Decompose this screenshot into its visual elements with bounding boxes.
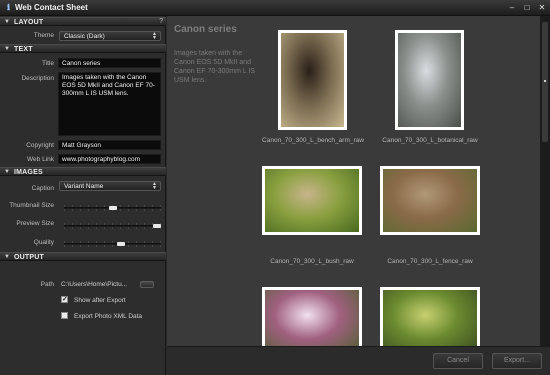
photo-image bbox=[265, 290, 359, 346]
minimize-button[interactable]: – bbox=[505, 2, 519, 13]
output-section-header[interactable]: ▼ OUTPUT bbox=[0, 252, 166, 261]
thumbnail-size-slider[interactable] bbox=[64, 205, 161, 211]
export-button[interactable]: Export... bbox=[492, 353, 542, 369]
updown-icon: ▲ ▼ bbox=[152, 181, 157, 191]
contact-sheet-preview: Canon series Images taken with the Canon… bbox=[167, 16, 540, 346]
description-label: Description bbox=[21, 75, 54, 82]
weblink-label: Web Link bbox=[27, 156, 54, 163]
dialog-footer: Cancel Export... bbox=[167, 346, 550, 375]
caption-label: Caption bbox=[31, 185, 54, 192]
export-xml-label: Export Photo XML Data bbox=[74, 313, 143, 320]
weblink-field[interactable]: www.photographyblog.com bbox=[58, 154, 161, 164]
show-after-export-checkbox[interactable] bbox=[61, 295, 68, 303]
collapse-arrow-icon: ▼ bbox=[4, 46, 10, 52]
cancel-button[interactable]: Cancel bbox=[433, 353, 483, 369]
thumbnail-size-label: Thumbnail Size bbox=[9, 202, 54, 209]
copyright-label: Copyright bbox=[26, 142, 54, 149]
collapse-arrow-icon: ▼ bbox=[4, 254, 10, 260]
photo-image bbox=[383, 169, 477, 232]
photo-thumbnail[interactable] bbox=[395, 30, 464, 130]
slider-track bbox=[64, 243, 161, 245]
title-label: Title bbox=[41, 60, 54, 67]
photo-caption: Canon_70_300_L_botanical_raw bbox=[382, 137, 478, 144]
preview-scrollbar[interactable] bbox=[540, 16, 550, 346]
slider-track bbox=[64, 225, 161, 227]
path-label: Path bbox=[40, 281, 54, 288]
section-label: TEXT bbox=[14, 46, 33, 53]
photo-image bbox=[383, 290, 477, 346]
path-value: C:\Users\Home\Pictu... bbox=[61, 281, 128, 288]
close-button[interactable]: ✕ bbox=[535, 2, 549, 13]
layout-section-header[interactable]: ▼ LAYOUT ? bbox=[0, 17, 166, 26]
title-field[interactable]: Canon series bbox=[58, 58, 161, 68]
photo-image bbox=[281, 33, 344, 127]
theme-label: Theme bbox=[33, 32, 54, 39]
export-xml-checkbox[interactable] bbox=[61, 312, 68, 319]
slider-thumb[interactable] bbox=[117, 242, 125, 246]
app-icon: ℹ bbox=[6, 3, 11, 12]
show-after-export-label: Show after Export bbox=[74, 297, 126, 304]
copyright-field[interactable]: Matt Grayson bbox=[58, 140, 161, 150]
title-bar: ℹ Web Contact Sheet – □ ✕ bbox=[0, 0, 550, 16]
series-description: Images taken with the Canon EOS 5D MkII … bbox=[174, 50, 256, 84]
images-section-header[interactable]: ▼ IMAGES bbox=[0, 167, 166, 176]
quality-label: Quality bbox=[33, 239, 54, 246]
scrollbar-thumb[interactable] bbox=[542, 22, 548, 142]
series-title: Canon series bbox=[174, 24, 237, 35]
photo-caption: Canon_70_300_L_bench_arm_raw bbox=[262, 137, 364, 144]
theme-select[interactable]: Classic (Dark) ▲ ▼ bbox=[59, 31, 161, 41]
caption-select[interactable]: Variant Name ▲ ▼ bbox=[59, 181, 161, 191]
photo-thumbnail[interactable] bbox=[380, 166, 480, 235]
photo-caption: Canon_70_300_L_fence_raw bbox=[387, 258, 473, 265]
window-title: Web Contact Sheet bbox=[15, 3, 88, 12]
description-field[interactable]: Images taken with the Canon EOS 5D MkII … bbox=[58, 72, 161, 136]
preview-size-label: Preview Size bbox=[16, 220, 54, 227]
photo-thumbnail[interactable] bbox=[278, 30, 347, 130]
settings-sidebar: ▼ LAYOUT ? Theme Classic (Dark) ▲ ▼ ▼ TEX… bbox=[0, 16, 166, 375]
collapse-arrow-icon: ▼ bbox=[4, 19, 10, 25]
collapse-arrow-icon: ▼ bbox=[4, 169, 10, 175]
browse-path-button[interactable] bbox=[140, 281, 154, 288]
photo-thumbnail[interactable] bbox=[380, 287, 480, 346]
theme-value: Classic (Dark) bbox=[64, 33, 105, 40]
maximize-button[interactable]: □ bbox=[520, 2, 534, 13]
updown-icon: ▲ ▼ bbox=[152, 31, 157, 41]
photo-image bbox=[398, 33, 461, 127]
photo-image bbox=[265, 169, 359, 232]
slider-thumb[interactable] bbox=[153, 224, 161, 228]
photo-thumbnail[interactable] bbox=[262, 166, 362, 235]
help-icon[interactable]: ? bbox=[159, 18, 163, 25]
scroll-position-marker bbox=[544, 80, 546, 82]
caption-value: Variant Name bbox=[64, 183, 104, 190]
photo-caption: Canon_70_300_L_bush_raw bbox=[270, 258, 354, 265]
section-label: IMAGES bbox=[14, 169, 43, 176]
slider-thumb[interactable] bbox=[109, 206, 117, 210]
text-section-header[interactable]: ▼ TEXT bbox=[0, 44, 166, 53]
section-label: OUTPUT bbox=[14, 254, 44, 261]
preview-size-slider[interactable] bbox=[64, 223, 161, 229]
quality-slider[interactable] bbox=[64, 241, 161, 247]
section-label: LAYOUT bbox=[14, 19, 44, 26]
photo-thumbnail[interactable] bbox=[262, 287, 362, 346]
